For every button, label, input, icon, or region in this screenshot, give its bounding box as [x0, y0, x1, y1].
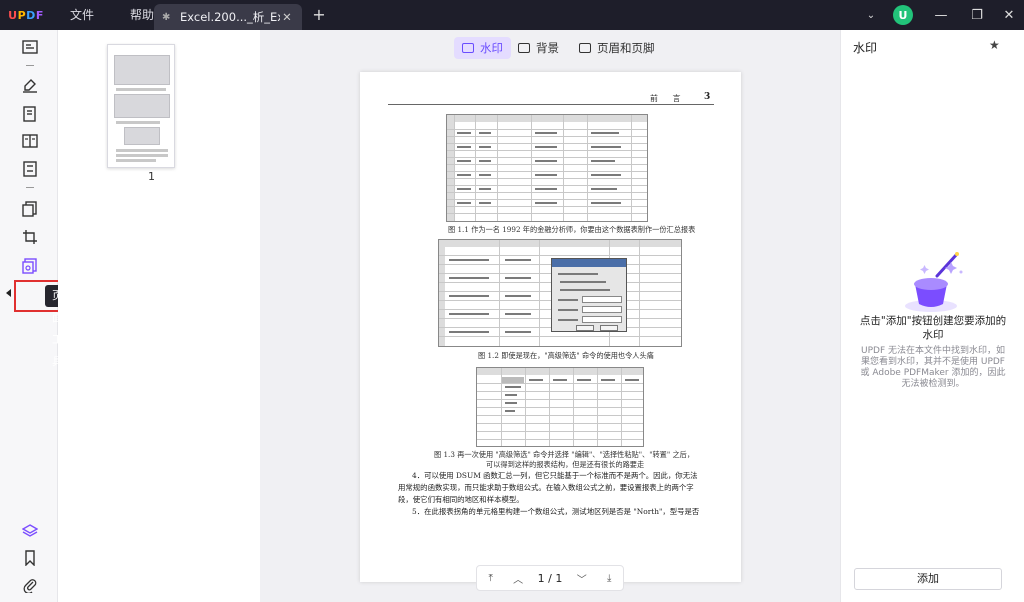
- layers-icon[interactable]: [19, 520, 41, 542]
- first-page-button[interactable]: ⤒: [483, 573, 499, 584]
- page-tools-icon[interactable]: [19, 255, 41, 277]
- watermark-icon: [462, 43, 474, 53]
- last-page-button[interactable]: ⤓: [601, 573, 617, 584]
- restore-button[interactable]: ❐: [960, 0, 994, 30]
- pdf-page: 前 言 3 图 1.1 作为一名 1992 年的金融分析师，你要由这个数据表制作…: [360, 72, 741, 582]
- figure-1-3-caption-line-1: 图 1.3 再一次使用 "高级筛选" 命令并选择 "编辑"、"选择性粘贴"、"转…: [434, 450, 695, 459]
- left-toolbar: 页面工具: [0, 30, 106, 602]
- close-window-button[interactable]: ✕: [992, 0, 1024, 30]
- background-tab-label: 背景: [536, 41, 559, 55]
- page-tools-toolbar: 水印 背景 页眉和页脚: [260, 37, 840, 59]
- panel-title: 水印: [853, 41, 878, 55]
- header-footer-tab-label: 页眉和页脚: [597, 41, 655, 55]
- figure-1-2-image: [438, 239, 682, 347]
- updf-logo: UPDF: [8, 8, 44, 22]
- page-indicator[interactable]: 1 / 1: [538, 572, 563, 585]
- figure-1-1-caption: 图 1.1 作为一名 1992 年的金融分析师，你要由这个数据表制作一份汇总报表: [448, 225, 696, 234]
- figure-1-3-caption-line-2: 可以得到这样的报表结构，但是还有很长的路要走: [486, 460, 645, 469]
- watermark-tab-label: 水印: [480, 41, 503, 55]
- background-tab[interactable]: 背景: [510, 37, 567, 59]
- minimize-button[interactable]: —: [924, 0, 958, 30]
- figure-1-2-caption: 图 1.2 即使是现在，"高级筛选" 命令的使用也令人头痛: [478, 351, 654, 360]
- background-icon: [518, 43, 530, 53]
- empty-state-hint: UPDF 无法在本文件中找到水印，如果您看到水印，其并不是使用 UPDF 或 A…: [860, 346, 1006, 389]
- add-watermark-button[interactable]: 添加: [854, 568, 1002, 590]
- next-page-button[interactable]: ﹀: [574, 571, 590, 586]
- document-tab[interactable]: ✱ Excel.200..._析_Extract ✕: [154, 4, 302, 30]
- advanced-filter-dialog-image: [551, 258, 627, 332]
- attachment-icon[interactable]: [19, 574, 41, 596]
- document-view: 水印 背景 页眉和页脚 前 言 3 图 1.1 作为一名 1992 年的金融分析…: [260, 30, 840, 602]
- watermark-tab[interactable]: 水印: [454, 37, 511, 59]
- current-page[interactable]: 1: [538, 572, 545, 585]
- reader-mode-icon[interactable]: [19, 36, 41, 58]
- empty-state-message: 点击"添加"按钮创建您要添加的水印: [859, 315, 1007, 341]
- magic-hat-illustration: [905, 252, 963, 312]
- menu-file[interactable]: 文件: [52, 0, 112, 30]
- thumbnail-panel: 1: [58, 30, 260, 602]
- body-paragraph-5-line-1: 5．在此报表拐角的单元格里构建一个数组公式，测试地区列是否是 "North"，型…: [412, 507, 700, 516]
- collapse-arrow-icon[interactable]: [6, 289, 11, 297]
- header-footer-icon: [579, 43, 591, 53]
- body-paragraph-4-line-3: 段，使它们有相同的地区和样本模型。: [398, 495, 524, 504]
- total-pages: 1: [555, 571, 563, 585]
- avatar[interactable]: U: [893, 5, 913, 25]
- page-thumbnail[interactable]: [107, 44, 175, 168]
- page-separator: /: [548, 571, 552, 585]
- bookmark-icon[interactable]: [19, 547, 41, 569]
- page-header-number: 3: [704, 92, 711, 102]
- body-paragraph-4-line-2: 用常规的函数实现，而只能求助于数组公式。在输入数组公式之前，要设置报表上的两个字: [398, 483, 694, 492]
- watermark-panel: 水印 ★ 点击"添加"按钮创建您要添加的水印 UPDF 无法在本文件中找到水印，…: [840, 30, 1024, 602]
- figure-1-3-image: [476, 367, 644, 447]
- prev-page-button[interactable]: ︿: [510, 571, 526, 586]
- crop-tool-icon[interactable]: [19, 226, 41, 248]
- page-navigator: ⤒ ︿ 1 / 1 ﹀ ⤓: [476, 565, 624, 591]
- comment-tool-icon[interactable]: [19, 74, 41, 96]
- body-paragraph-4-line-1: 4．可以使用 DSUM 函数汇总一列，但它只能基于一个标准而不是两个。因此，你无…: [412, 471, 698, 480]
- header-footer-tab[interactable]: 页眉和页脚: [571, 37, 663, 59]
- organize-pages-icon[interactable]: [19, 130, 41, 152]
- thumbnail-page-number: 1: [148, 170, 155, 183]
- tab-title: Excel.200..._析_Extract: [180, 10, 280, 24]
- tab-close-icon[interactable]: ✕: [280, 10, 294, 24]
- figure-1-1-image: [446, 114, 648, 222]
- new-tab-button[interactable]: +: [310, 5, 328, 25]
- page-header-text: 前 言: [650, 94, 687, 103]
- tab-modified-icon: ✱: [162, 11, 171, 23]
- edit-pdf-icon[interactable]: [19, 103, 41, 125]
- form-tool-icon[interactable]: [19, 158, 41, 180]
- extract-pages-icon[interactable]: [19, 198, 41, 220]
- favorite-star-icon[interactable]: ★: [989, 38, 1000, 52]
- chevron-down-icon[interactable]: ⌄: [860, 0, 882, 30]
